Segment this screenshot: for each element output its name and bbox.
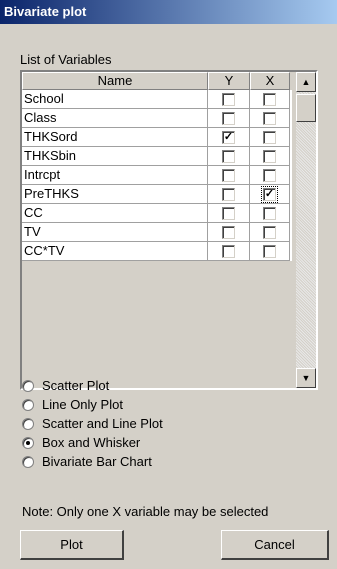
plot-button[interactable]: Plot (20, 530, 124, 560)
variable-name: THKSbin (22, 147, 208, 166)
variable-name: School (22, 90, 208, 109)
variables-listbox[interactable]: Name Y X School Class THKSord ✓ THKSbin (20, 70, 318, 390)
variable-name: CC*TV (22, 242, 208, 261)
variable-name: CC (22, 204, 208, 223)
x-checkbox[interactable] (263, 225, 276, 239)
radio-label[interactable]: Scatter Plot (42, 378, 109, 393)
variables-grid: Name Y X School Class THKSord ✓ THKSbin (22, 72, 292, 261)
plot-type-group: Scatter Plot Line Only Plot Scatter and … (22, 376, 163, 471)
scroll-up-icon[interactable]: ▲ (296, 72, 316, 92)
variables-list-label: List of Variables (20, 52, 112, 67)
radio-label[interactable]: Line Only Plot (42, 397, 123, 412)
radio-box-and-whisker[interactable]: Box and Whisker (22, 433, 163, 452)
x-checkbox[interactable] (263, 111, 276, 125)
variable-row: Class (22, 109, 292, 128)
variable-row: THKSord ✓ (22, 128, 292, 147)
radio-label[interactable]: Box and Whisker (42, 435, 140, 450)
y-column-header[interactable]: Y (208, 72, 250, 90)
radio-bivariate-bar-chart[interactable]: Bivariate Bar Chart (22, 452, 163, 471)
variable-row: PreTHKS ✓ (22, 185, 292, 204)
variable-row: School (22, 90, 292, 109)
x-checkbox[interactable] (263, 130, 276, 144)
variable-name: Intrcpt (22, 166, 208, 185)
radio-scatter-plot[interactable]: Scatter Plot (22, 376, 163, 395)
variable-name: THKSord (22, 128, 208, 147)
scroll-down-icon[interactable]: ▼ (296, 368, 316, 388)
radio-line-only-plot[interactable]: Line Only Plot (22, 395, 163, 414)
variable-row: CC (22, 204, 292, 223)
x-checkbox[interactable] (263, 206, 276, 220)
variable-row: TV (22, 223, 292, 242)
dialog-body: List of Variables Name Y X School Class … (0, 24, 337, 569)
radio-label[interactable]: Bivariate Bar Chart (42, 454, 152, 469)
selection-note: Note: Only one X variable may be selecte… (22, 504, 269, 519)
variable-row: THKSbin (22, 147, 292, 166)
radio-indicator[interactable] (22, 398, 34, 411)
variable-name: PreTHKS (22, 185, 208, 204)
radio-indicator[interactable] (22, 417, 34, 430)
x-checkbox[interactable] (263, 92, 276, 106)
radio-indicator[interactable] (22, 455, 34, 468)
y-checkbox[interactable] (222, 111, 235, 125)
radio-indicator[interactable] (22, 379, 34, 392)
y-checkbox[interactable] (222, 206, 235, 220)
y-checkbox[interactable] (222, 244, 235, 258)
name-column-header[interactable]: Name (22, 72, 208, 90)
vertical-scrollbar[interactable]: ▲ ▼ (296, 72, 316, 388)
y-checkbox[interactable] (222, 92, 235, 106)
y-checkbox[interactable] (222, 187, 235, 201)
y-checkbox[interactable]: ✓ (222, 130, 235, 144)
radio-scatter-and-line-plot[interactable]: Scatter and Line Plot (22, 414, 163, 433)
x-column-header[interactable]: X (250, 72, 290, 90)
window-title-bar[interactable]: Bivariate plot (0, 0, 337, 24)
variable-name: TV (22, 223, 208, 242)
scroll-thumb[interactable] (296, 94, 316, 122)
radio-label[interactable]: Scatter and Line Plot (42, 416, 163, 431)
grid-header: Name Y X (22, 72, 292, 90)
y-checkbox[interactable] (222, 149, 235, 163)
variable-name: Class (22, 109, 208, 128)
cancel-button[interactable]: Cancel (221, 530, 329, 560)
x-checkbox[interactable] (263, 149, 276, 163)
y-checkbox[interactable] (222, 168, 235, 182)
x-checkbox[interactable] (263, 168, 276, 182)
x-checkbox[interactable]: ✓ (261, 185, 278, 203)
x-checkbox[interactable] (263, 244, 276, 258)
variable-row: Intrcpt (22, 166, 292, 185)
window-title: Bivariate plot (4, 4, 87, 19)
variable-row: CC*TV (22, 242, 292, 261)
radio-indicator[interactable] (22, 436, 34, 449)
y-checkbox[interactable] (222, 225, 235, 239)
